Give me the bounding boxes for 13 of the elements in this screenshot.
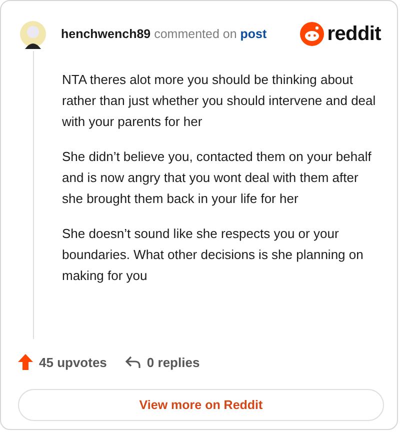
upvote-arrow-icon [18,354,33,370]
post-link[interactable]: post [240,27,267,41]
avatar-icon [18,18,48,50]
comment-byline: henchwench89 commented on post [61,27,267,41]
comment-paragraph: She doesn’t sound like she respects you or your boundaries. What other decisions is she planning on making for you [62,225,364,285]
upvote-count: 45 upvotes [39,354,107,370]
comment-paragraph: She didn’t believe you, contacted them on your behalf and is now angry that you wont deal with them after she brought them back in your life for her [62,148,372,208]
view-more-button[interactable]: View more on Reddit [18,389,384,421]
comment-paragraph: NTA theres alot more you should be thinking about rather than just whether you should intervene and deal with your parents for her [62,71,377,131]
reddit-logo-icon [300,22,324,46]
reply-arrow-icon [124,355,141,369]
reddit-wordmark: reddit [327,22,381,46]
reply-count: 0 replies [146,354,200,370]
